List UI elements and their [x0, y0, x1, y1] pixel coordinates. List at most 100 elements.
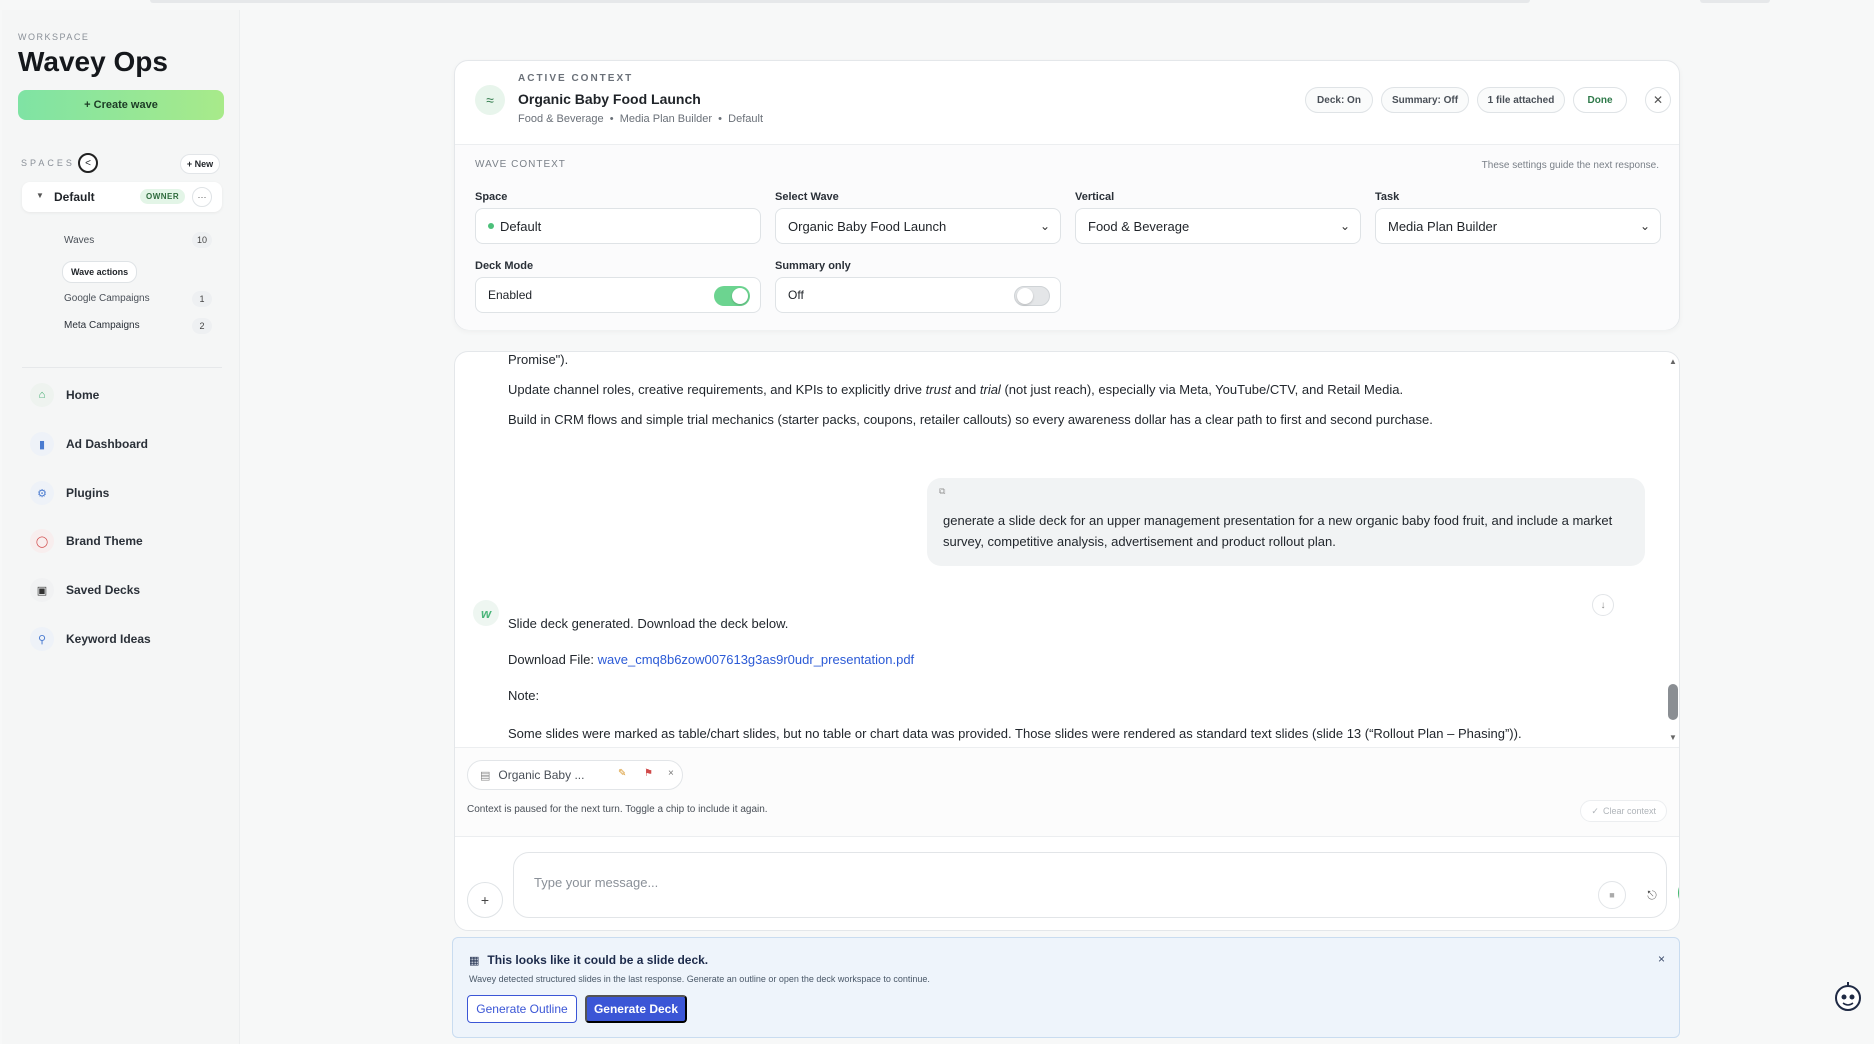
assistant-text-line: Promise"). [508, 352, 569, 367]
banner-title: ▦ This looks like it could be a slide de… [469, 953, 709, 967]
file-context-chip[interactable]: ▤ Organic Baby ... ✎ ⚑ × [467, 760, 683, 790]
caret-down-icon[interactable]: ▼ [36, 191, 44, 200]
stop-icon[interactable]: ■ [1598, 881, 1626, 909]
space-default[interactable]: ▼ Default OWNER ··· [22, 182, 222, 212]
download-link[interactable]: wave_cmq8b6zow007613g3as9r0udr_presentat… [598, 652, 915, 667]
files-chip[interactable]: 1 file attached [1477, 87, 1565, 113]
slide-deck-banner: ▦ This looks like it could be a slide de… [452, 937, 1680, 1038]
sidebar-item-google-campaigns[interactable]: Google Campaigns [64, 293, 150, 304]
clear-context-button[interactable]: ✓ Clear context [1580, 800, 1667, 822]
wave-icon: ≈ [475, 85, 505, 115]
wave-context-panel: WAVE CONTEXT These settings guide the ne… [455, 144, 1679, 330]
summary-chip[interactable]: Summary: Off [1381, 87, 1469, 113]
sidebar: WORKSPACE Wavey Ops + Create wave SPACES… [2, 10, 240, 1044]
breadcrumb-separator: • [606, 113, 620, 125]
space-more-button[interactable]: ··· [192, 187, 212, 207]
close-icon[interactable]: ✕ [1645, 87, 1671, 113]
nav-saved-decks[interactable]: ▣ Saved Decks [30, 576, 140, 604]
nav-plugins-label: Plugins [66, 486, 110, 500]
wave-context-label: WAVE CONTEXT [475, 159, 566, 170]
breadcrumb-task: Media Plan Builder [619, 113, 713, 125]
summary-only-value: Off [788, 288, 804, 302]
download-prefix: Download File: [508, 652, 598, 667]
attach-button[interactable]: + [467, 882, 503, 918]
message-list[interactable]: Promise"). Update channel roles, creativ… [455, 352, 1665, 747]
generate-outline-button[interactable]: Generate Outline [467, 995, 577, 1023]
bookmark-icon: ▣ [30, 578, 54, 602]
spaces-label: SPACES [21, 158, 75, 168]
collapse-spaces-button[interactable]: < [78, 153, 98, 173]
broom-icon: ✓ [1591, 805, 1599, 816]
task-dropdown[interactable]: Media Plan Builder ⌄ [1375, 208, 1661, 244]
bar-chart-icon: ▮ [30, 432, 54, 456]
nav-ad-dashboard-label: Ad Dashboard [66, 437, 149, 451]
done-button[interactable]: Done [1573, 87, 1627, 113]
copy-icon[interactable]: ⧉ [939, 486, 945, 497]
edit-icon[interactable]: ✎ [618, 768, 626, 779]
chevron-down-icon: ⌄ [1339, 219, 1350, 233]
message-input[interactable] [534, 875, 1434, 890]
workspace-title: Wavey Ops [18, 46, 168, 77]
nav-home[interactable]: ⌂ Home [30, 381, 99, 409]
close-icon[interactable]: × [1658, 952, 1665, 966]
deck-chip[interactable]: Deck: On [1305, 87, 1373, 113]
wave-actions-button[interactable]: Wave actions [62, 261, 138, 283]
assistant-text-line: Slide deck generated. Download the deck … [508, 616, 789, 631]
space-field-label: Space [475, 191, 508, 203]
chevron-down-icon: ⌄ [1639, 219, 1650, 233]
nav-ad-dashboard[interactable]: ▮ Ad Dashboard [30, 430, 148, 458]
deck-mode-value: Enabled [488, 288, 533, 302]
generate-deck-button[interactable]: Generate Deck [585, 995, 687, 1023]
scrollbar[interactable]: ▲ ▼ [1665, 352, 1679, 747]
assistant-robot-icon[interactable] [1833, 980, 1863, 1016]
space-name: Default [54, 190, 95, 204]
scroll-up-icon[interactable]: ▲ [1669, 357, 1677, 366]
breadcrumb-vertical: Food & Beverage [518, 113, 604, 125]
context-breadcrumb: Food & Beverage • Media Plan Builder • D… [518, 113, 763, 125]
sidebar-item-waves[interactable]: Waves [64, 235, 94, 246]
send-button[interactable]: ➤ [1678, 875, 1679, 911]
scroll-down-icon[interactable]: ▼ [1669, 733, 1677, 742]
wave-context-note: These settings guide the next response. [1481, 160, 1659, 171]
deck-mode-label: Deck Mode [475, 260, 534, 272]
select-wave-value: Organic Baby Food Launch [788, 218, 947, 234]
user-message-bubble: ⧉ generate a slide deck for an upper man… [927, 478, 1645, 566]
context-chips-area: ▤ Organic Baby ... ✎ ⚑ × Context is paus… [455, 747, 1679, 837]
select-wave-dropdown[interactable]: Organic Baby Food Launch ⌄ [775, 208, 1061, 244]
vertical-label: Vertical [1075, 191, 1115, 203]
summary-only-field: Off [775, 277, 1061, 313]
status-dot [488, 223, 494, 229]
home-icon: ⌂ [30, 383, 54, 407]
chart-icon: ▦ [469, 954, 480, 967]
nav-plugins[interactable]: ⚙ Plugins [30, 479, 109, 507]
create-wave-button[interactable]: + Create wave [18, 90, 224, 120]
nav-brand-theme[interactable]: ◯ Brand Theme [30, 527, 143, 555]
chevron-down-icon: ⌄ [1039, 219, 1050, 233]
summary-only-toggle[interactable] [1014, 286, 1050, 306]
pin-icon[interactable]: ⚑ [644, 768, 653, 779]
sidebar-item-meta-campaigns[interactable]: Meta Campaigns [64, 320, 140, 331]
owner-badge: OWNER [140, 189, 186, 204]
task-value: Media Plan Builder [1388, 218, 1498, 234]
download-line: Download File: wave_cmq8b6zow007613g3as9… [508, 652, 914, 667]
vertical-dropdown[interactable]: Food & Beverage ⌄ [1075, 208, 1361, 244]
breadcrumb-space: Default [728, 113, 764, 125]
sidebar-divider [22, 367, 222, 368]
new-space-button[interactable]: + New [180, 154, 220, 174]
download-icon[interactable]: ↓ [1592, 594, 1614, 616]
nav-keyword-ideas[interactable]: ⚲ Keyword Ideas [30, 625, 151, 653]
breadcrumb-separator: • [715, 113, 729, 125]
close-icon[interactable]: × [668, 768, 674, 779]
microphone-icon[interactable]: ⎋ [1638, 881, 1666, 909]
space-field[interactable]: Default [475, 208, 761, 244]
google-campaigns-count: 1 [192, 291, 212, 307]
deck-mode-field: Enabled [475, 277, 761, 313]
context-title: Organic Baby Food Launch [518, 91, 701, 107]
task-label: Task [1375, 191, 1400, 203]
active-context-label: ACTIVE CONTEXT [518, 73, 634, 84]
user-message-text: generate a slide deck for an upper manag… [943, 513, 1613, 549]
scroll-thumb[interactable] [1668, 684, 1678, 720]
meta-campaigns-count: 2 [192, 318, 212, 334]
deck-mode-toggle[interactable] [714, 286, 750, 306]
plugin-icon: ⚙ [30, 481, 54, 505]
